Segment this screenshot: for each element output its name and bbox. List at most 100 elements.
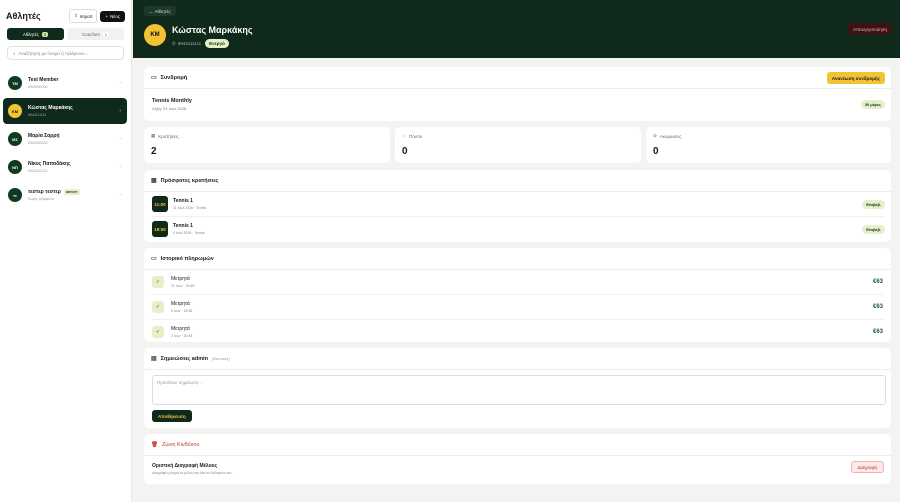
member-phone: Χωρίς τηλέφωνο — [28, 197, 54, 201]
stat-label: ▦ Κρατήσεις — [151, 133, 383, 139]
save-button[interactable]: Αποθήκευση — [152, 410, 192, 422]
member-list: TM Test Member 6944000000 › KM Κώστας Μα… — [0, 70, 131, 208]
sidebar-header: Αθλητές ⇪ Import + Νέος — [0, 0, 131, 26]
segment-tabs: Αθλητές 5 Coaches 1 — [7, 28, 124, 40]
payment-method: Μετρητά — [171, 301, 190, 307]
stat-label-text: Ακυρώσεις — [659, 133, 682, 139]
renew-subscription-button[interactable]: Ανανέωση συνδρομής — [826, 72, 885, 84]
booking-time: 11:00 — [152, 196, 168, 212]
card-title: Ζώνη Κινδύνου — [161, 441, 200, 448]
tab-label: Coaches — [82, 31, 100, 37]
member-name: Μαρία Σαρρή — [28, 133, 60, 139]
stat-value: 0 — [402, 146, 408, 157]
danger-zone-card: 🗑 Ζώνη Κινδύνου Οριστική Διαγραφή Μέλους… — [144, 434, 891, 484]
phone-text: 6944111111 — [177, 41, 202, 46]
booking-name: Tennis 1 — [173, 223, 193, 229]
page-title: Κώστας Μαρκάκης — [172, 25, 253, 35]
tab-coaches[interactable]: Coaches 1 — [67, 28, 124, 40]
tab-athletes[interactable]: Αθλητές 5 — [7, 28, 64, 40]
check-icon: ✓ — [152, 301, 164, 313]
stat-card-bookings: ▦ Κρατήσεις 2 — [144, 127, 390, 163]
stat-card-points: ☆ Πόντοι 0 — [395, 127, 641, 163]
member-name: Test Member — [28, 77, 58, 83]
avatar: ττ — [8, 188, 22, 202]
stat-label-text: Κρατήσεις — [158, 133, 179, 139]
stat-value: 2 — [151, 146, 157, 157]
list-item[interactable]: ττ τεστερ τεστερ IMPORT Χωρίς τηλέφωνο › — [3, 182, 127, 208]
member-phone: 6944333333 — [28, 141, 48, 145]
payment-date: 6 Ιουν · 18:36 — [171, 309, 193, 313]
card-title: Πρόσφατες κρατήσεις — [160, 177, 219, 184]
stat-label: ☆ Πόντοι — [402, 133, 634, 139]
card-title: Συνδρομή — [160, 74, 188, 81]
stat-value: 0 — [653, 146, 659, 157]
member-name: τεστερ τεστερ IMPORT — [28, 189, 80, 195]
star-icon: ☆ — [402, 133, 407, 138]
back-button[interactable]: ← Αθλητές — [144, 6, 176, 16]
tab-count: 1 — [102, 31, 109, 37]
stat-label-text: Πόντοι — [409, 133, 423, 139]
danger-item-title: Οριστική Διαγραφή Μέλους — [152, 463, 218, 469]
payments-card: ▭ Ιστορικό πληρωμών ✓ Μετρητά 21 Ιουν · … — [144, 248, 891, 342]
payment-row: ✓ Μετρητά 6 Ιουν · 18:36 €63 — [144, 295, 891, 319]
member-name-text: Test Member — [28, 77, 59, 83]
booking-row[interactable]: 11:00 Tennis 1 11 Ιουλ 2026 · Tennis Επι… — [144, 192, 891, 216]
chevron-right-icon: › — [119, 192, 121, 198]
avatar: ΝΠ — [8, 160, 22, 174]
card-subtitle: (ιδιωτικές) — [211, 356, 230, 361]
list-item[interactable]: TM Test Member 6944000000 › — [3, 70, 127, 96]
avatar: ΜΣ — [8, 132, 22, 146]
search-placeholder: Αναζήτηση με όνομα ή τηλέφωνο... — [18, 50, 89, 56]
sidebar: Αθλητές ⇪ Import + Νέος Αθλητές 5 Coache… — [0, 0, 132, 502]
trash-icon: 🗑 — [151, 441, 158, 448]
note-textarea[interactable]: Πρόσθεσε σημείωση... — [152, 375, 886, 405]
card-title: Σημειώσεις admin — [160, 355, 208, 362]
list-item[interactable]: KM Κώστας Μαρκάκης 6944111111 › — [3, 98, 127, 124]
status-badge: Επιβεβ. — [862, 199, 885, 209]
booking-row[interactable]: 19:00 Tennis 1 4 Ιουλ 2026 · Tennis Επιβ… — [144, 217, 891, 241]
tab-label: Αθλητές — [22, 31, 39, 37]
calendar-icon: ▦ — [151, 178, 157, 184]
payment-amount: €63 — [872, 329, 883, 335]
payment-row: ✓ Μετρητά 21 Ιουν · 15:48 €63 — [144, 270, 891, 294]
cancel-icon: ⊘ — [653, 133, 657, 138]
avatar: TM — [8, 76, 22, 90]
check-icon: ✓ — [152, 326, 164, 338]
member-name-text: τεστερ τεστερ — [28, 189, 61, 195]
member-name: Νίκος Παπαδάκης — [28, 161, 71, 167]
import-button[interactable]: ⇪ Import — [68, 9, 98, 23]
add-user-icon: + — [105, 13, 109, 19]
list-item[interactable]: ΝΠ Νίκος Παπαδάκης 6944222222 › — [3, 154, 127, 180]
payment-date: 2 Ιουν · 20:48 — [171, 334, 193, 338]
import-badge: IMPORT — [63, 189, 80, 195]
chevron-right-icon: › — [119, 136, 121, 142]
chevron-right-icon: › — [119, 80, 121, 86]
member-phone: ✆ 6944111111 — [172, 41, 201, 47]
card-header: ▭ Ιστορικό πληρωμών — [144, 248, 891, 270]
list-item[interactable]: ΜΣ Μαρία Σαρρή 6944333333 › — [3, 126, 127, 152]
booking-name: Tennis 1 — [173, 198, 193, 204]
search-icon: ⌕ — [13, 50, 16, 56]
member-meta: ✆ 6944111111 Ενεργό — [172, 39, 229, 48]
danger-row: Οριστική Διαγραφή Μέλους Διαγράφει μόνιμ… — [144, 456, 891, 482]
delete-button[interactable]: Διαγραφή — [850, 461, 884, 473]
stat-label: ⊘ Ακυρώσεις — [653, 133, 884, 139]
subscription-card: ▭ Συνδρομή Ανανέωση συνδρομής Tennis Mon… — [144, 67, 891, 121]
plan-expiry: Λήξη: 21 Ιουλ 2026 — [152, 105, 187, 111]
card-header: ▦ Πρόσφατες κρατήσεις — [144, 170, 891, 192]
status-badge: Επιβεβ. — [862, 224, 885, 234]
avatar: KM — [144, 24, 166, 46]
note-icon: ▤ — [151, 356, 157, 362]
new-label: Νέος — [110, 13, 120, 19]
payment-row: ✓ Μετρητά 2 Ιουν · 20:48 €63 — [144, 320, 891, 344]
import-label: Import — [79, 13, 93, 19]
deactivate-button[interactable]: Απενεργοποίηση — [848, 23, 892, 35]
card-title: Ιστορικό πληρωμών — [160, 255, 214, 262]
plan-name: Tennis Monthly — [152, 97, 192, 104]
card-header: ▭ Συνδρομή — [144, 67, 891, 89]
member-phone: 6944222222 — [28, 169, 48, 173]
new-member-button[interactable]: + Νέος — [100, 10, 125, 22]
payment-amount: €63 — [872, 279, 883, 285]
status-badge: Ενεργό — [205, 39, 229, 48]
search-input[interactable]: ⌕ Αναζήτηση με όνομα ή τηλέφωνο... — [7, 46, 124, 60]
